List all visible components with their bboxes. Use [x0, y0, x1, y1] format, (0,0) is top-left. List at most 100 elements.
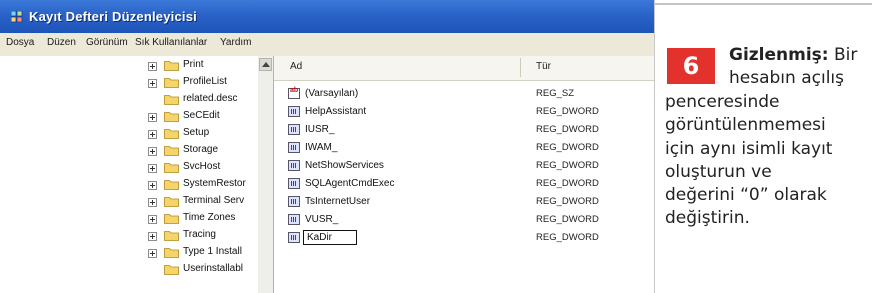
up-arrow-icon	[262, 62, 270, 67]
value-row[interactable]: HelpAssistant REG_DWORD	[274, 103, 654, 121]
folder-icon	[164, 95, 179, 105]
folder-icon	[164, 265, 179, 275]
dword-value-icon	[288, 232, 300, 243]
expand-icon[interactable]	[148, 215, 157, 224]
value-type: REG_DWORD	[536, 232, 599, 243]
caption-text: penceresinde görüntülenmemesi için aynı …	[665, 91, 870, 231]
expand-icon[interactable]	[148, 113, 157, 122]
dword-value-icon	[288, 160, 300, 171]
tree-item-label: Type 1 Install	[183, 246, 242, 257]
dword-value-icon	[288, 124, 300, 135]
value-row[interactable]: VUSR_ REG_DWORD	[274, 211, 654, 229]
caption-line: penceresinde	[665, 92, 780, 112]
dword-value-icon	[288, 142, 300, 153]
string-value-icon	[288, 87, 300, 99]
divider	[655, 3, 872, 5]
menu-favorites[interactable]: Sık Kullanılanlar	[135, 37, 207, 48]
value-type: REG_DWORD	[536, 196, 599, 207]
column-type-header[interactable]: Tür	[536, 61, 551, 72]
value-type: REG_DWORD	[536, 124, 599, 135]
value-row-editing[interactable]: KaDir REG_DWORD	[274, 229, 654, 247]
caption-line: Bir	[834, 45, 858, 65]
folder-icon	[164, 61, 179, 71]
expand-icon[interactable]	[148, 147, 157, 156]
menu-view[interactable]: Görünüm	[86, 37, 128, 48]
folder-icon	[164, 163, 179, 173]
folder-icon	[164, 214, 179, 224]
expand-icon[interactable]	[148, 62, 157, 71]
rename-input[interactable]: KaDir	[303, 230, 357, 245]
caption-heading-bold: Gizlenmiş:	[729, 45, 829, 65]
tree-item-label: SystemRestor	[183, 178, 246, 189]
tree-item-label: SvcHost	[183, 161, 221, 172]
value-row[interactable]: TsInternetUser REG_DWORD	[274, 193, 654, 211]
dword-value-icon	[288, 178, 300, 189]
expand-icon[interactable]	[148, 181, 157, 190]
value-type: REG_DWORD	[536, 214, 599, 225]
tree-item-label: Terminal Serv	[183, 195, 245, 206]
dword-value-icon	[288, 214, 300, 225]
value-type: REG_DWORD	[536, 160, 599, 171]
value-name: IWAM_	[305, 142, 338, 153]
expand-icon[interactable]	[148, 130, 157, 139]
caption-line: oluşturun ve	[665, 161, 772, 182]
value-row[interactable]: NetShowServices REG_DWORD	[274, 157, 654, 175]
tree-item-label: Print	[183, 59, 204, 70]
caption-line: değerini “0” olarak	[665, 185, 827, 206]
list-header: Ad Tür	[274, 56, 654, 81]
value-name: NetShowServices	[305, 160, 384, 171]
tree-scrollbar[interactable]	[258, 56, 273, 293]
caption-line: görüntülenmemesi	[665, 115, 826, 136]
tree-item-label: Time Zones	[183, 212, 236, 223]
tree-item-label: Storage	[183, 144, 219, 155]
divider	[654, 0, 655, 293]
menu-help[interactable]: Yardım	[220, 37, 252, 48]
registry-key-tree[interactable]: Print ProfileList related.desc SeCEdit S…	[0, 56, 274, 293]
column-name-header[interactable]: Ad	[290, 61, 302, 72]
value-row[interactable]: IWAM_ REG_DWORD	[274, 139, 654, 157]
rename-input-text: KaDir	[307, 232, 333, 243]
registry-editor-window: Kayıt Defteri Düzenleyicisi Dosya Düzen …	[0, 0, 654, 293]
menu-file[interactable]: Dosya	[6, 37, 34, 48]
scroll-up-button[interactable]	[259, 58, 272, 71]
caption-line: değiştirin.	[665, 208, 750, 229]
folder-icon	[164, 248, 179, 258]
value-name: TsInternetUser	[305, 196, 371, 207]
expand-icon[interactable]	[148, 164, 157, 173]
expand-icon[interactable]	[148, 79, 157, 88]
folder-icon	[164, 197, 179, 207]
expand-icon[interactable]	[148, 249, 157, 258]
caption-line: için aynı isimli kayıt	[665, 138, 833, 159]
expand-icon[interactable]	[148, 198, 157, 207]
folder-icon	[164, 129, 179, 139]
tree-item[interactable]: Userinstallabl	[0, 260, 260, 280]
tree-item-label: Userinstallabl	[183, 263, 244, 274]
value-row[interactable]: IUSR_ REG_DWORD	[274, 121, 654, 139]
folder-icon	[164, 180, 179, 190]
value-name: IUSR_	[305, 124, 335, 135]
window-title: Kayıt Defteri Düzenleyicisi	[29, 9, 197, 24]
tree-item-label: Setup	[183, 127, 210, 138]
tree-item-label: Tracing	[183, 229, 216, 240]
step-badge: 6	[667, 48, 715, 84]
dword-value-icon	[288, 106, 300, 117]
folder-icon	[164, 112, 179, 122]
folder-icon	[164, 231, 179, 241]
value-type: REG_DWORD	[536, 142, 599, 153]
title-bar[interactable]: Kayıt Defteri Düzenleyicisi	[0, 0, 654, 33]
registry-values-list[interactable]: Ad Tür (Varsayılan) REG_SZ HelpAssistant…	[274, 56, 654, 293]
value-type: REG_DWORD	[536, 178, 599, 189]
tree-item-label: SeCEdit	[183, 110, 220, 121]
menu-bar: Dosya Düzen Görünüm Sık Kullanılanlar Ya…	[0, 33, 654, 57]
value-row[interactable]: SQLAgentCmdExec REG_DWORD	[274, 175, 654, 193]
folder-icon	[164, 146, 179, 156]
column-divider[interactable]	[520, 58, 521, 77]
value-type: REG_DWORD	[536, 106, 599, 117]
value-name: HelpAssistant	[305, 106, 367, 117]
caption-heading: Gizlenmiş: Bir	[729, 44, 869, 67]
value-name: (Varsayılan)	[305, 88, 359, 99]
value-row[interactable]: (Varsayılan) REG_SZ	[274, 85, 654, 103]
value-name: VUSR_	[305, 214, 339, 225]
expand-icon[interactable]	[148, 232, 157, 241]
menu-edit[interactable]: Düzen	[47, 37, 76, 48]
